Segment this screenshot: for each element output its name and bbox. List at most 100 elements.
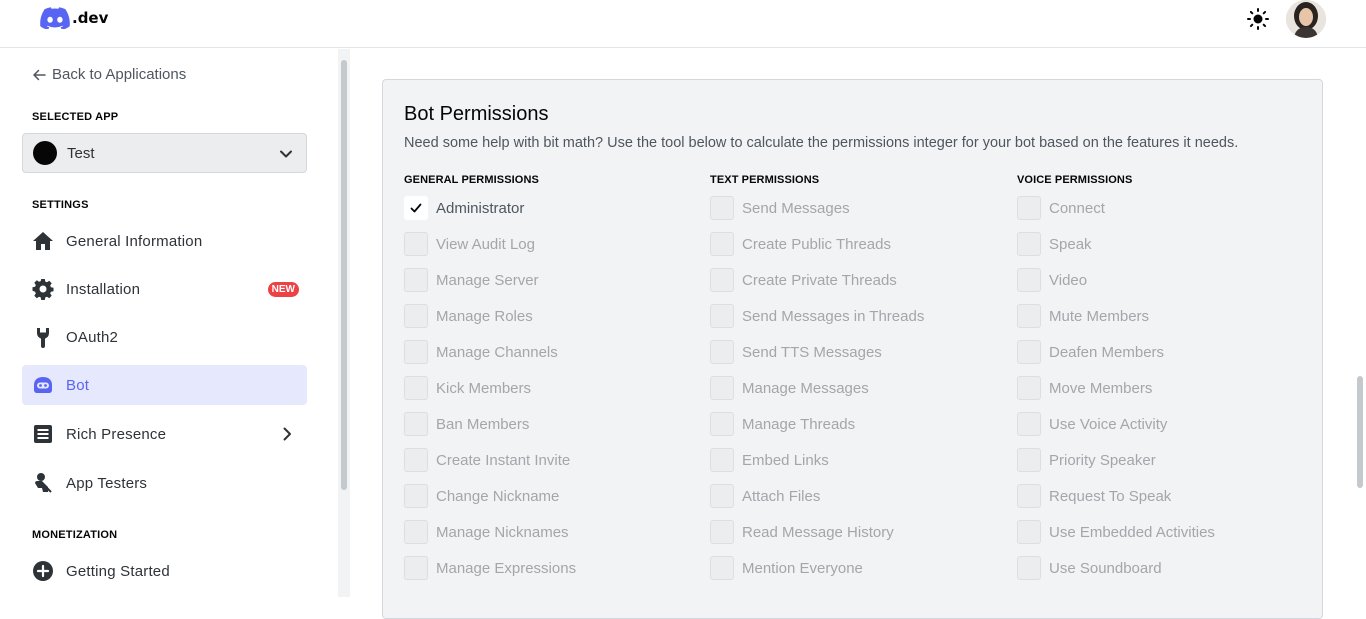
- checkbox[interactable]: [404, 412, 428, 436]
- permission-checkbox[interactable]: Video: [1017, 268, 1087, 292]
- checkbox[interactable]: [1017, 556, 1041, 580]
- permission-checkbox[interactable]: Priority Speaker: [1017, 448, 1156, 472]
- checkbox[interactable]: [710, 376, 734, 400]
- permission-checkbox[interactable]: Use Embedded Activities: [1017, 520, 1215, 544]
- checkbox[interactable]: [1017, 448, 1041, 472]
- checkbox[interactable]: [404, 448, 428, 472]
- checkbox[interactable]: [710, 556, 734, 580]
- user-avatar[interactable]: [1286, 0, 1326, 38]
- permission-checkbox[interactable]: View Audit Log: [404, 232, 535, 256]
- sidebar-item-getting-started[interactable]: Getting Started: [22, 551, 307, 591]
- permission-checkbox[interactable]: Change Nickname: [404, 484, 559, 508]
- app-select-dropdown[interactable]: Test: [22, 133, 307, 173]
- checkbox[interactable]: [404, 268, 428, 292]
- permission-checkbox[interactable]: Mention Everyone: [710, 556, 863, 580]
- permission-checkbox[interactable]: Manage Server: [404, 268, 539, 292]
- permission-checkbox[interactable]: Mute Members: [1017, 304, 1149, 328]
- checkbox[interactable]: [1017, 268, 1041, 292]
- sidebar-item-app-testers[interactable]: App Testers: [22, 463, 307, 503]
- checkbox[interactable]: [1017, 304, 1041, 328]
- selected-app-heading: SELECTED APP: [32, 111, 119, 123]
- checkbox[interactable]: [710, 448, 734, 472]
- sidebar-item-installation[interactable]: Installation NEW: [22, 269, 307, 309]
- permission-checkbox[interactable]: Embed Links: [710, 448, 829, 472]
- permission-checkbox[interactable]: Manage Threads: [710, 412, 855, 436]
- user-icon: [32, 472, 54, 494]
- permission-checkbox[interactable]: Administrator: [404, 196, 524, 220]
- main-scrollbar[interactable]: [1354, 49, 1366, 597]
- logo-text: .dev: [72, 9, 109, 27]
- permission-checkbox[interactable]: Create Private Threads: [710, 268, 897, 292]
- checkbox[interactable]: [1017, 340, 1041, 364]
- sidebar-item-label: App Testers: [66, 474, 148, 492]
- sidebar-item-bot[interactable]: Bot: [22, 365, 307, 405]
- checkbox[interactable]: [1017, 412, 1041, 436]
- checkbox[interactable]: [404, 484, 428, 508]
- discord-dev-logo[interactable]: .dev: [40, 7, 108, 29]
- permission-checkbox[interactable]: Attach Files: [710, 484, 820, 508]
- checkbox[interactable]: [404, 556, 428, 580]
- permission-checkbox[interactable]: Ban Members: [404, 412, 529, 436]
- permission-checkbox[interactable]: Kick Members: [404, 376, 531, 400]
- permission-checkbox[interactable]: Request To Speak: [1017, 484, 1171, 508]
- permission-checkbox[interactable]: Manage Roles: [404, 304, 533, 328]
- permission-checkbox[interactable]: Manage Nicknames: [404, 520, 569, 544]
- checkbox[interactable]: [1017, 232, 1041, 256]
- permission-checkbox[interactable]: Send TTS Messages: [710, 340, 882, 364]
- permission-label: Send Messages in Threads: [742, 307, 925, 325]
- permission-label: Priority Speaker: [1049, 451, 1156, 469]
- checkbox[interactable]: [404, 232, 428, 256]
- checkbox[interactable]: [404, 304, 428, 328]
- checkbox[interactable]: [710, 232, 734, 256]
- checkbox[interactable]: [404, 376, 428, 400]
- permission-checkbox[interactable]: Manage Expressions: [404, 556, 576, 580]
- permission-label: Manage Server: [436, 271, 539, 289]
- permission-label: Attach Files: [742, 487, 821, 505]
- permission-label: Ban Members: [436, 415, 530, 433]
- permission-checkbox[interactable]: Manage Channels: [404, 340, 558, 364]
- theme-toggle-button[interactable]: [1245, 8, 1271, 30]
- checkbox[interactable]: [1017, 376, 1041, 400]
- sidebar-item-general-information[interactable]: General Information: [22, 221, 307, 261]
- checkbox[interactable]: [404, 520, 428, 544]
- permission-checkbox[interactable]: Create Public Threads: [710, 232, 891, 256]
- permission-label: Deafen Members: [1049, 343, 1165, 361]
- permission-checkbox[interactable]: Connect: [1017, 196, 1105, 220]
- checkbox[interactable]: [404, 196, 428, 220]
- voice-permissions-heading: VOICE PERMISSIONS: [1017, 174, 1133, 186]
- checkbox[interactable]: [1017, 196, 1041, 220]
- checkbox[interactable]: [710, 268, 734, 292]
- checkbox[interactable]: [710, 520, 734, 544]
- sidebar-item-rich-presence[interactable]: Rich Presence: [22, 414, 307, 454]
- permission-checkbox[interactable]: Create Instant Invite: [404, 448, 570, 472]
- checkbox[interactable]: [710, 412, 734, 436]
- arrow-left-icon: [33, 69, 46, 80]
- permission-checkbox[interactable]: Send Messages: [710, 196, 850, 220]
- checkbox[interactable]: [1017, 484, 1041, 508]
- text-permissions-heading: TEXT PERMISSIONS: [710, 174, 820, 186]
- sidebar-item-oauth2[interactable]: OAuth2: [22, 317, 307, 357]
- sidebar-scrollbar-thumb[interactable]: [341, 60, 347, 490]
- permission-checkbox[interactable]: Move Members: [1017, 376, 1152, 400]
- selected-app-name: Test: [67, 144, 95, 162]
- permission-checkbox[interactable]: Use Voice Activity: [1017, 412, 1167, 436]
- permission-checkbox[interactable]: Send Messages in Threads: [710, 304, 924, 328]
- main-scrollbar-thumb[interactable]: [1357, 376, 1363, 488]
- checkbox[interactable]: [710, 304, 734, 328]
- permission-label: Manage Channels: [436, 343, 558, 361]
- checkbox[interactable]: [710, 484, 734, 508]
- permission-checkbox[interactable]: Deafen Members: [1017, 340, 1164, 364]
- permission-checkbox[interactable]: Use Soundboard: [1017, 556, 1162, 580]
- checkbox[interactable]: [710, 340, 734, 364]
- checkbox[interactable]: [1017, 520, 1041, 544]
- permission-checkbox[interactable]: Read Message History: [710, 520, 894, 544]
- permission-checkbox[interactable]: Manage Messages: [710, 376, 869, 400]
- checkbox[interactable]: [404, 340, 428, 364]
- permission-label: Create Instant Invite: [436, 451, 571, 469]
- back-to-applications-link[interactable]: Back to Applications: [32, 66, 186, 83]
- permission-checkbox[interactable]: Speak: [1017, 232, 1092, 256]
- general-permissions-heading: GENERAL PERMISSIONS: [404, 174, 539, 186]
- permission-label: Administrator: [436, 199, 525, 217]
- checkbox[interactable]: [710, 196, 734, 220]
- permission-label: Speak: [1049, 235, 1092, 253]
